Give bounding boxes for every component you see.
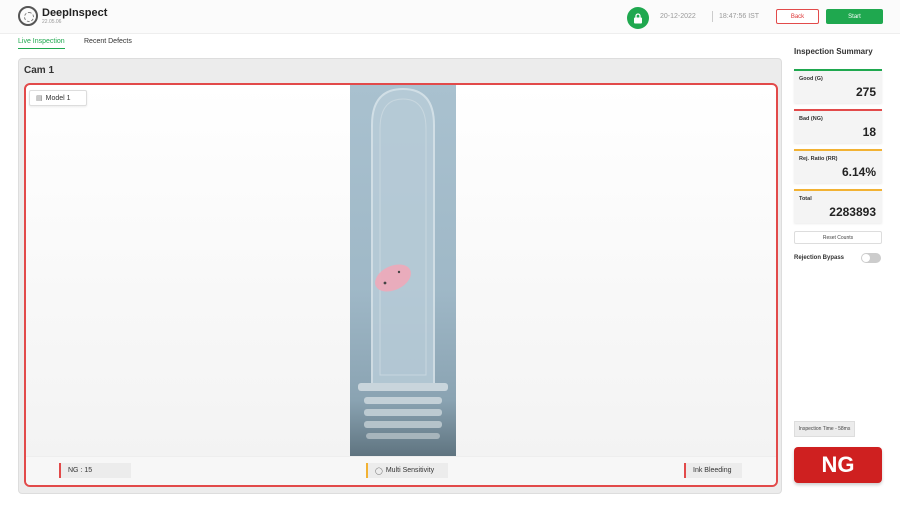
rejection-bypass-label: Rejection Bypass (794, 255, 845, 261)
ng-count-chip: NG : 15 (59, 463, 131, 478)
logo-name: DeepInspect (42, 6, 108, 19)
current-date: 20-12-2022 (660, 13, 696, 20)
rejection-ratio-value: 6.14% (841, 165, 876, 179)
bad-label: Bad (NG) (799, 116, 823, 122)
good-value: 275 (855, 85, 876, 99)
total-label: Total (799, 196, 812, 202)
bad-count-card: Bad (NG) 18 (794, 109, 882, 143)
lock-button[interactable] (627, 7, 649, 29)
model-icon: ▤ (36, 95, 43, 102)
rejection-ratio-label: Rej. Ratio (RR) (799, 156, 838, 162)
summary-title: Inspection Summary (794, 47, 873, 56)
good-label: Good (G) (799, 76, 823, 82)
camera-view: ▤ Model 1 NG : 15 ◯ Multi Sensitivity In… (24, 83, 778, 487)
logo-mark-icon (18, 6, 38, 26)
logo-version: 22.05.06 (42, 18, 62, 25)
rejection-ratio-card: Rej. Ratio (RR) 6.14% (794, 149, 882, 183)
defect-type-chip: Ink Bleeding (684, 463, 742, 478)
toggle-knob (862, 254, 870, 262)
reset-counts-button[interactable]: Reset Counts (794, 231, 882, 244)
tab-live-inspection[interactable]: Live Inspection (18, 38, 65, 49)
bad-value: 18 (862, 125, 876, 139)
current-time: 18:47:56 IST (719, 13, 760, 20)
tab-recent-defects[interactable]: Recent Defects (84, 38, 132, 48)
lock-icon (634, 12, 642, 23)
divider (712, 11, 713, 22)
sensitivity-label: Multi Sensitivity (385, 467, 435, 474)
camera-footer: NG : 15 ◯ Multi Sensitivity Ink Bleeding (26, 456, 776, 485)
inspected-bottle-image (350, 85, 456, 456)
top-bar: DeepInspect 22.05.06 20-12-2022 18:47:56… (0, 0, 900, 34)
back-button[interactable]: Back (776, 9, 819, 24)
total-value: 2283893 (829, 205, 876, 219)
logo: DeepInspect 22.05.06 (18, 6, 107, 26)
app-root: DeepInspect 22.05.06 20-12-2022 18:47:56… (0, 0, 900, 507)
rejection-bypass-toggle[interactable] (861, 253, 881, 263)
start-button[interactable]: Start (826, 9, 883, 24)
result-badge: NG (794, 447, 882, 483)
model-label: Model 1 (45, 94, 71, 102)
total-count-card: Total 2283893 (794, 189, 882, 223)
sensitivity-icon: ◯ (375, 467, 383, 475)
preform-graphic (358, 87, 448, 439)
good-count-card: Good (G) 275 (794, 69, 882, 103)
camera-title: Cam 1 (24, 65, 55, 76)
sensitivity-chip: ◯ Multi Sensitivity (366, 463, 448, 478)
camera-panel: Cam 1 ▤ Model 1 NG: 15 ◯ Multi Sensitiv… (18, 58, 782, 494)
inspection-time: Inspection Time - 58ms (794, 421, 855, 437)
model-selector[interactable]: ▤ Model 1 (29, 90, 87, 106)
